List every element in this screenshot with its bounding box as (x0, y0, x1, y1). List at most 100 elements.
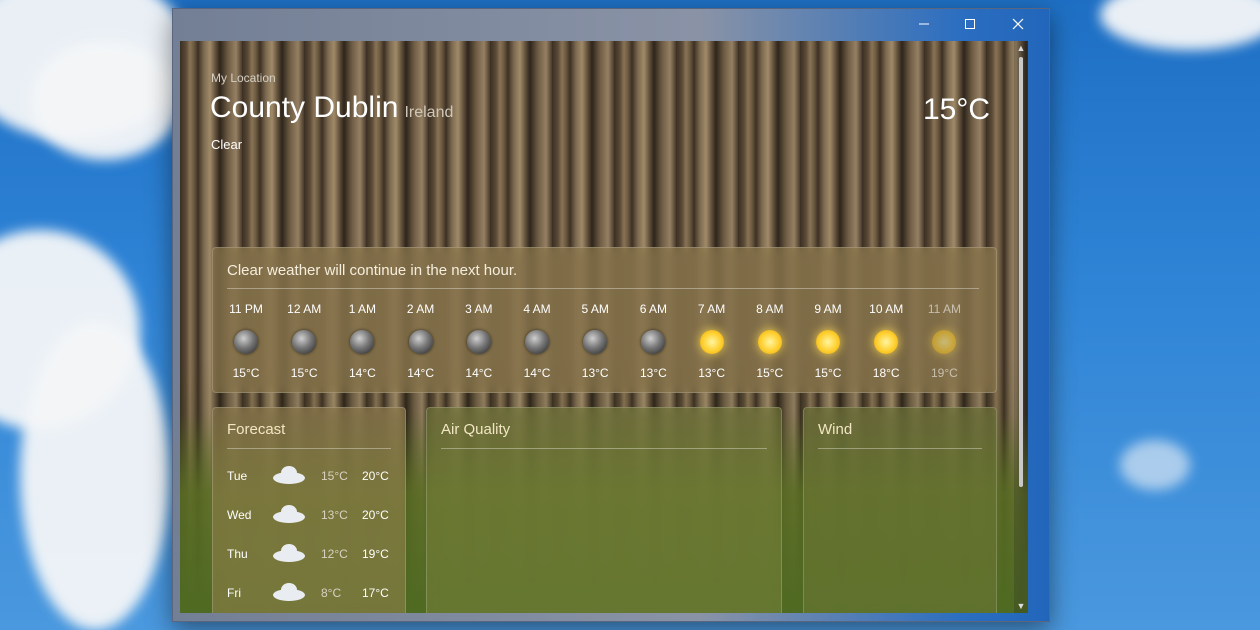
minimize-button[interactable] (901, 9, 947, 39)
sun-icon (932, 330, 957, 354)
hourly-item: 1 AM 14°C (333, 302, 391, 380)
hourly-item: 11 AM 19°C (915, 302, 973, 380)
hour-time: 11 PM (229, 302, 263, 316)
hourly-item: 8 AM 15°C (741, 302, 799, 380)
divider (227, 448, 391, 449)
city-text: County Dublin (210, 91, 399, 124)
forecast-row[interactable]: Tue 15°C 20°C (227, 464, 397, 488)
sun-icon (874, 330, 899, 354)
title-bar[interactable] (173, 9, 1049, 41)
close-icon (1012, 18, 1024, 30)
moon-icon (234, 330, 258, 354)
current-temperature: 15°C (922, 93, 990, 126)
scroll-down-icon[interactable]: ▼ (1016, 601, 1026, 611)
hour-time: 5 AM (581, 302, 609, 316)
minimize-icon (919, 23, 929, 25)
air-quality-title: Air Quality (441, 421, 511, 438)
vertical-scrollbar[interactable]: ▲ ▼ (1014, 41, 1028, 613)
forecast-low: 8°C (321, 586, 342, 600)
moon-icon (525, 330, 549, 354)
forecast-row[interactable]: Wed 13°C 20°C (227, 503, 397, 527)
sun-icon (699, 330, 724, 354)
sun-icon (816, 330, 840, 354)
hour-temp: 14°C (523, 366, 551, 380)
forecast-panel[interactable]: Forecast Tue 15°C 20°C Wed 13°C 20°C Thu 12°C 19… (212, 407, 406, 613)
forecast-low: 15°C (321, 469, 348, 483)
hour-time: 8 AM (756, 302, 784, 316)
hour-temp: 14°C (465, 366, 493, 380)
moon-icon (292, 330, 317, 354)
hourly-item: 7 AM 13°C (683, 302, 741, 380)
hour-time: 1 AM (348, 302, 377, 316)
hour-temp: 18°C (872, 366, 900, 380)
moon-icon (583, 330, 608, 354)
moon-icon (408, 330, 433, 354)
hourly-item: 6 AM 13°C (624, 302, 682, 380)
divider (818, 448, 982, 449)
country-text: Ireland (404, 104, 454, 121)
hourly-item: 5 AM 13°C (566, 302, 624, 380)
cloud-icon (271, 466, 307, 484)
hour-temp: 14°C (407, 366, 434, 380)
desktop-cloud (30, 40, 180, 160)
hour-temp: 14°C (348, 366, 376, 380)
forecast-high: 20°C (362, 508, 389, 522)
hour-temp: 15°C (232, 366, 260, 380)
hour-time: 2 AM (406, 302, 435, 316)
forecast-day: Thu (227, 547, 248, 561)
hour-temp: 13°C (581, 366, 609, 380)
moon-icon (350, 330, 375, 354)
desktop-cloud (1100, 0, 1260, 50)
forecast-high: 17°C (362, 586, 389, 600)
maximize-button[interactable] (947, 9, 993, 39)
forecast-day: Tue (227, 469, 248, 483)
hour-time: 4 AM (523, 302, 551, 316)
hourly-item: 9 AM 15°C (799, 302, 857, 380)
hour-temp: 13°C (698, 366, 725, 380)
hour-temp: 15°C (290, 366, 318, 380)
hour-temp: 13°C (639, 366, 667, 380)
hourly-item: 12 AM 15°C (275, 302, 333, 380)
forecast-high: 20°C (362, 469, 389, 483)
forecast-high: 19°C (362, 547, 389, 561)
scroll-up-icon[interactable]: ▲ (1016, 43, 1026, 53)
hour-time: 3 AM (465, 302, 493, 316)
forecast-day: Fri (227, 586, 241, 600)
forecast-day: Wed (227, 508, 252, 522)
hourly-item: 4 AM 14°C (508, 302, 566, 380)
scroll-thumb[interactable] (1019, 57, 1023, 487)
hour-temp: 15°C (814, 366, 842, 380)
hourly-item: 11 PM 15°C (217, 302, 275, 380)
hourly-item: 10 AM 18°C (857, 302, 915, 380)
cloud-icon (271, 583, 307, 601)
weather-app-window: My Location County Dublin Ireland Clear 1… (172, 8, 1050, 622)
maximize-icon (965, 19, 975, 29)
forecast-row[interactable]: Fri 8°C 17°C (227, 581, 397, 605)
current-condition: Clear (211, 137, 243, 152)
hour-time: 10 AM (869, 302, 904, 316)
hourly-summary: Clear weather will continue in the next … (227, 262, 518, 279)
moon-icon (641, 330, 666, 354)
hour-time: 6 AM (639, 302, 668, 316)
close-button[interactable] (995, 9, 1041, 39)
sun-icon (757, 330, 782, 354)
cloud-icon (271, 505, 307, 523)
desktop-cloud (1120, 440, 1190, 490)
moon-icon (466, 330, 491, 354)
hour-temp: 19°C (930, 366, 958, 380)
forecast-title: Forecast (227, 421, 286, 438)
hourly-forecast-panel[interactable]: Clear weather will continue in the next … (212, 247, 997, 393)
hour-time: 9 AM (814, 302, 842, 316)
hourly-item: 2 AM 14°C (392, 302, 450, 380)
location-label: My Location (211, 71, 276, 85)
hour-temp: 15°C (756, 366, 784, 380)
forecast-low: 13°C (321, 508, 348, 522)
wind-title: Wind (818, 421, 853, 438)
wind-panel[interactable]: Wind (803, 407, 997, 613)
forecast-row[interactable]: Thu 12°C 19°C (227, 542, 397, 566)
desktop-cloud (20, 320, 170, 630)
cloud-icon (271, 544, 307, 562)
air-quality-panel[interactable]: Air Quality (426, 407, 782, 613)
hour-time: 11 AM (927, 302, 961, 316)
forecast-low: 12°C (321, 547, 348, 561)
